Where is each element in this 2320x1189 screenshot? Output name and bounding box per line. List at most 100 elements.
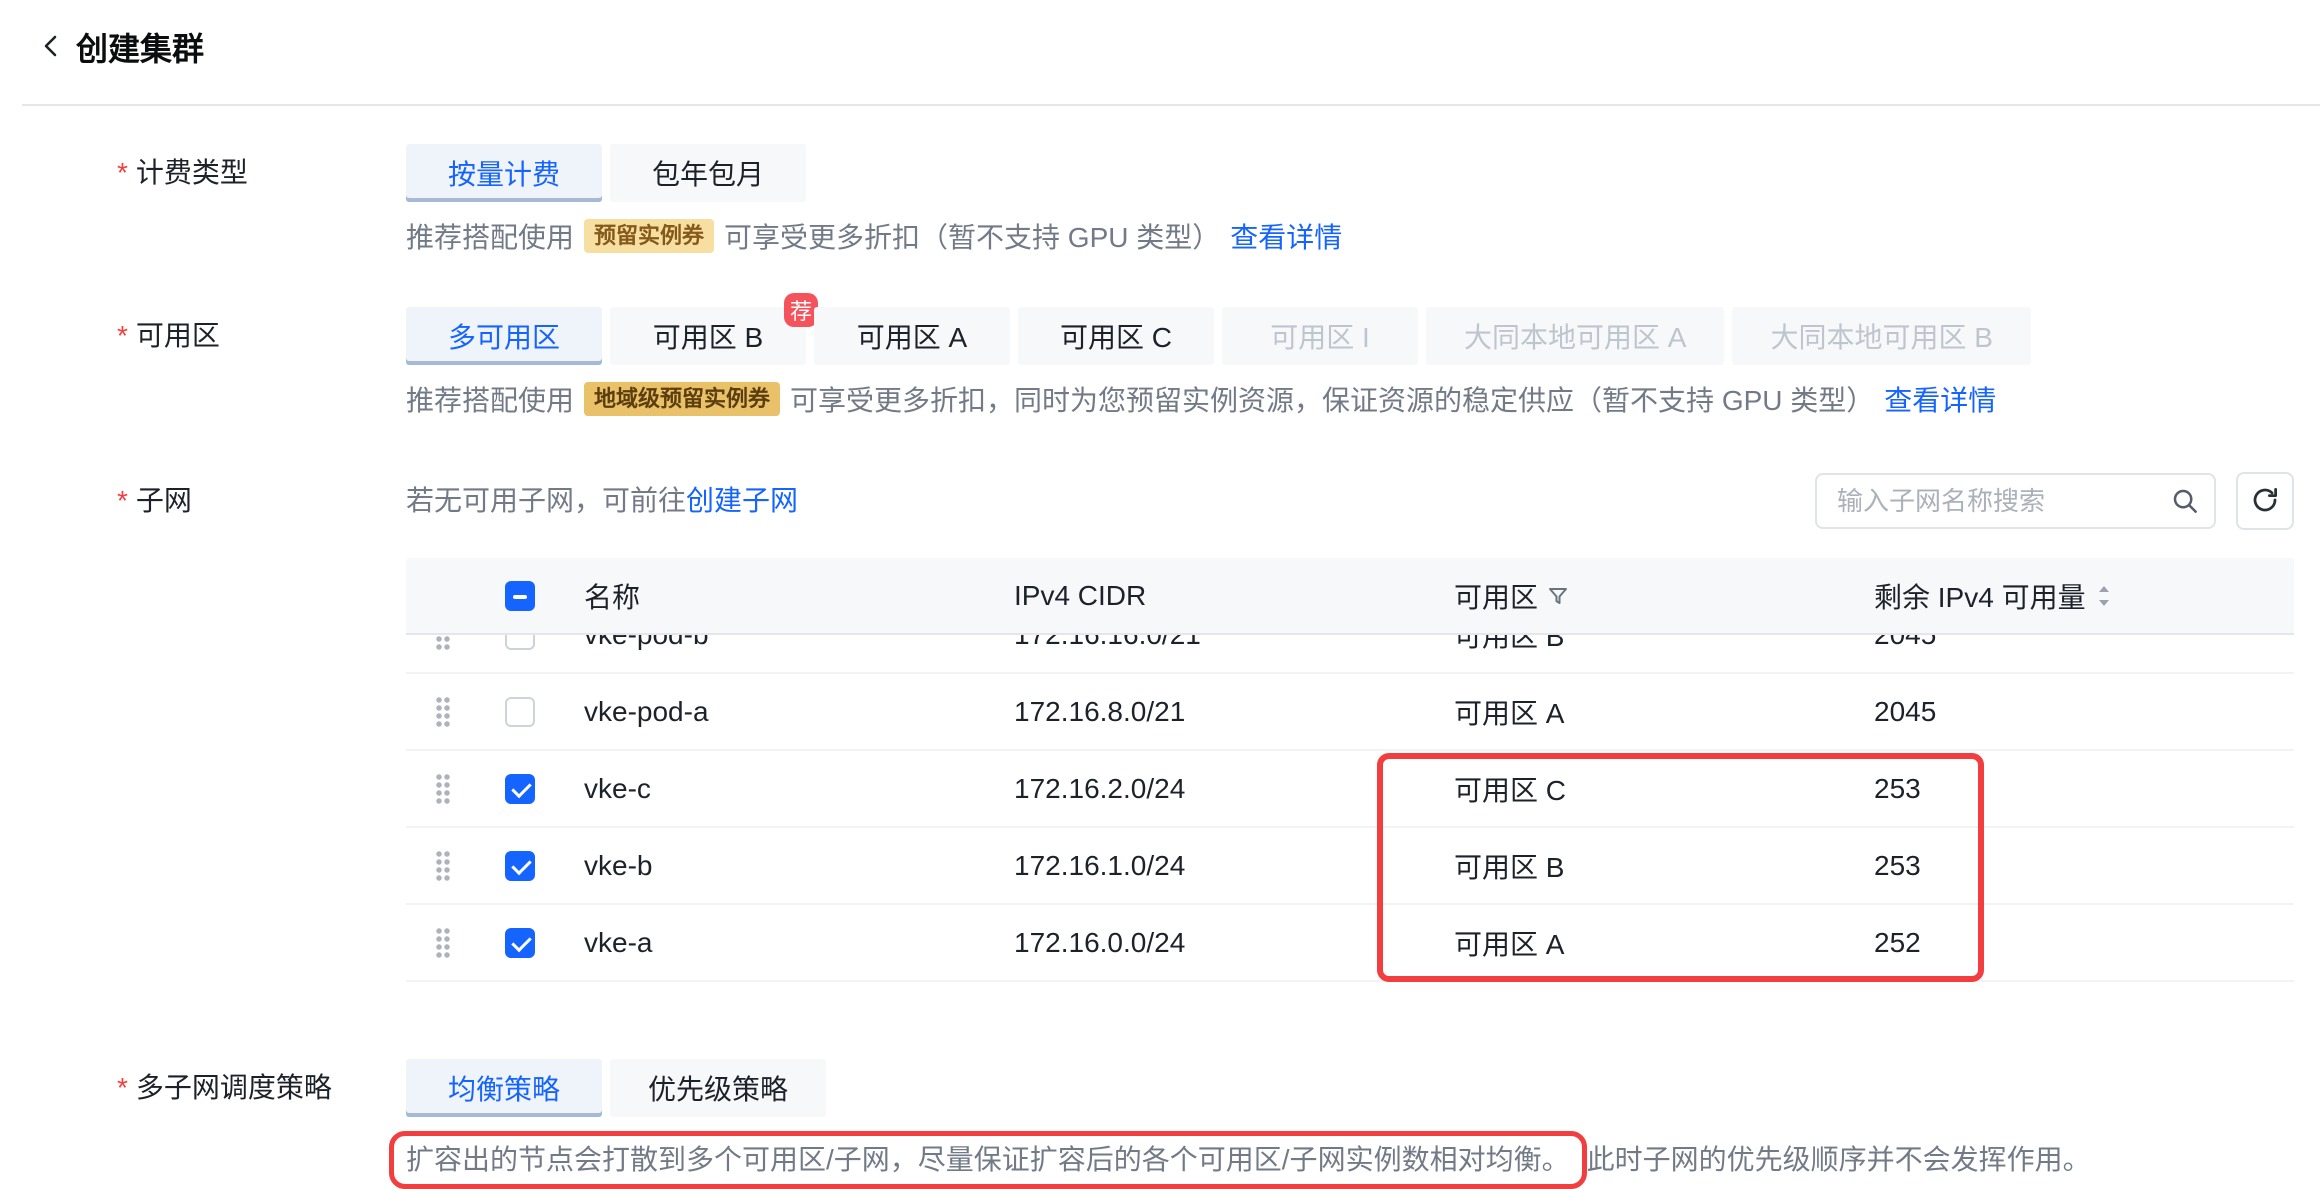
option-label: 优先级策略 [648,1068,788,1108]
option-label: 大同本地可用区 A [1464,316,1686,356]
create-cluster-page: 创建集群 * 计费类型 按量计费 包年包月 推荐搭配使用 预留实例券 可享受更多… [0,0,2320,1178]
note-text: 可享受更多折扣（暂不支持 GPU 类型） [724,216,1220,256]
billing-options: 按量计费 包年包月 [406,144,2294,202]
zone-option-a[interactable]: 可用区 A [814,307,1010,365]
required-marker: * [117,1059,128,1117]
subnet-zone: 可用区 A [1430,692,1850,732]
option-label: 可用区 C [1060,316,1172,356]
drag-handle[interactable] [435,850,451,882]
row-checkbox[interactable] [505,697,535,727]
drag-handle[interactable] [435,696,451,728]
field-label-text: 可用区 [136,307,220,365]
row-checkbox[interactable] [505,635,535,650]
zone-option-datong-local-b: 大同本地可用区 B [1732,307,2030,365]
option-label: 多可用区 [448,316,560,356]
subnet-available: 253 [1850,773,2294,805]
zone-section: * 可用区 多可用区 可用区 B 荐 可用区 A 可用区 C 可用区 I [0,307,2294,419]
reserved-instance-badge: 预留实例券 [584,219,714,253]
subnet-zone: 可用区 A [1430,923,1850,963]
search-input[interactable] [1815,473,2216,529]
subnet-section: * 子网 若无可用子网，可前往创建子网 [0,472,2294,982]
page-header: 创建集群 [38,24,204,70]
zone-options: 多可用区 可用区 B 荐 可用区 A 可用区 C 可用区 I 大同本地可用区 A [406,307,2294,365]
subnet-table: 名称 IPv4 CIDR 可用区 剩余 IPv4 可用量 [406,558,2294,982]
row-checkbox[interactable] [505,851,535,881]
column-header-available: 剩余 IPv4 可用量 [1874,576,2086,616]
option-label: 大同本地可用区 B [1770,316,1992,356]
subnet-hint: 若无可用子网，可前往创建子网 [406,472,798,530]
subnet-zone: 可用区 C [1430,769,1850,809]
zone-note: 推荐搭配使用 地域级预留实例券 可享受更多折扣，同时为您预留实例资源，保证资源的… [406,379,2294,419]
field-label-text: 计费类型 [136,144,248,202]
option-label: 均衡策略 [448,1068,560,1108]
available-sort-icon[interactable] [2094,583,2114,609]
select-all-checkbox[interactable] [505,581,535,611]
view-details-link[interactable]: 查看详情 [1230,216,1342,256]
billing-note: 推荐搭配使用 预留实例券 可享受更多折扣（暂不支持 GPU 类型） 查看详情 [406,216,2294,256]
subnet-name: vke-pod-b [560,635,990,651]
subnet-search [1815,473,2216,529]
subnet-toolbar: 若无可用子网，可前往创建子网 [406,472,2294,530]
subnet-available: 253 [1850,850,2294,882]
billing-section: * 计费类型 按量计费 包年包月 推荐搭配使用 预留实例券 可享受更多折扣（暂不… [0,144,2294,256]
divider [22,104,2320,106]
refresh-button[interactable] [2236,472,2294,530]
subnet-name: vke-a [560,927,990,959]
option-label: 可用区 A [857,316,967,356]
row-checkbox[interactable] [505,928,535,958]
zone-filter-icon[interactable] [1546,584,1570,608]
option-label: 按量计费 [448,153,560,193]
subnet-zone: 可用区 B [1430,846,1850,886]
chevron-left-icon [38,31,64,64]
note-text: 推荐搭配使用 [406,216,574,256]
page-title: 创建集群 [76,24,204,70]
field-label-text: 多子网调度策略 [136,1059,332,1117]
field-label-scheduling: * 多子网调度策略 [0,1059,406,1117]
drag-handle[interactable] [435,773,451,805]
table-row: vke-pod-a 172.16.8.0/21 可用区 A 2045 [406,674,2294,751]
zone-option-c[interactable]: 可用区 C [1018,307,1214,365]
note-text: 推荐搭配使用 [406,379,574,419]
table-row: vke-pod-b 172.16.16.0/21 可用区 B 2045 [406,635,2294,674]
required-marker: * [117,144,128,202]
subnet-cidr: 172.16.8.0/21 [990,696,1430,728]
subnet-zone: 可用区 B [1430,635,1850,655]
subnet-cidr: 172.16.16.0/21 [990,635,1430,651]
create-subnet-link[interactable]: 创建子网 [686,485,798,516]
table-row: vke-b 172.16.1.0/24 可用区 B 253 [406,828,2294,905]
table-row: vke-a 172.16.0.0/24 可用区 A 252 [406,905,2294,982]
row-checkbox[interactable] [505,774,535,804]
refresh-icon [2250,485,2280,518]
recommended-badge: 荐 [784,293,818,327]
subnet-cidr: 172.16.1.0/24 [990,850,1430,882]
billing-option-paygo[interactable]: 按量计费 [406,144,602,202]
field-label-text: 子网 [136,481,192,521]
zone-option-b[interactable]: 可用区 B 荐 [610,307,806,365]
column-header-name: 名称 [560,576,990,616]
zone-option-datong-local-a: 大同本地可用区 A [1426,307,1724,365]
subnet-cidr: 172.16.2.0/24 [990,773,1430,805]
scheduling-option-priority[interactable]: 优先级策略 [610,1059,826,1117]
table-body: vke-pod-b 172.16.16.0/21 可用区 B 2045 vke-… [406,635,2294,982]
scheduling-section: * 多子网调度策略 均衡策略 优先级策略 扩容出的节点会打散到多个可用区/子网，… [0,1059,2294,1189]
hint-text: 若无可用子网，可前往 [406,485,686,516]
column-header-zone: 可用区 [1454,576,1538,616]
regional-reserved-instance-badge: 地域级预留实例券 [584,382,780,416]
scheduling-option-balanced[interactable]: 均衡策略 [406,1059,602,1117]
subnet-available: 2045 [1850,635,2294,651]
note-text: 扩容出的节点会打散到多个可用区/子网，尽量保证扩容后的各个可用区/子网实例数相对… [406,1144,1570,1175]
column-header-cidr: IPv4 CIDR [990,580,1430,612]
drag-handle[interactable] [435,635,451,651]
back-button[interactable] [38,31,64,64]
view-details-link[interactable]: 查看详情 [1884,379,1996,419]
drag-handle[interactable] [435,927,451,959]
zone-option-multi[interactable]: 多可用区 [406,307,602,365]
billing-option-subscription[interactable]: 包年包月 [610,144,806,202]
table-header: 名称 IPv4 CIDR 可用区 剩余 IPv4 可用量 [406,558,2294,635]
field-label-subnet: * 子网 [0,472,406,521]
option-label: 可用区 I [1270,316,1370,356]
subnet-available: 252 [1850,927,2294,959]
required-marker: * [117,307,128,365]
subnet-name: vke-c [560,773,990,805]
scheduling-note: 扩容出的节点会打散到多个可用区/子网，尽量保证扩容后的各个可用区/子网实例数相对… [406,1131,2294,1189]
